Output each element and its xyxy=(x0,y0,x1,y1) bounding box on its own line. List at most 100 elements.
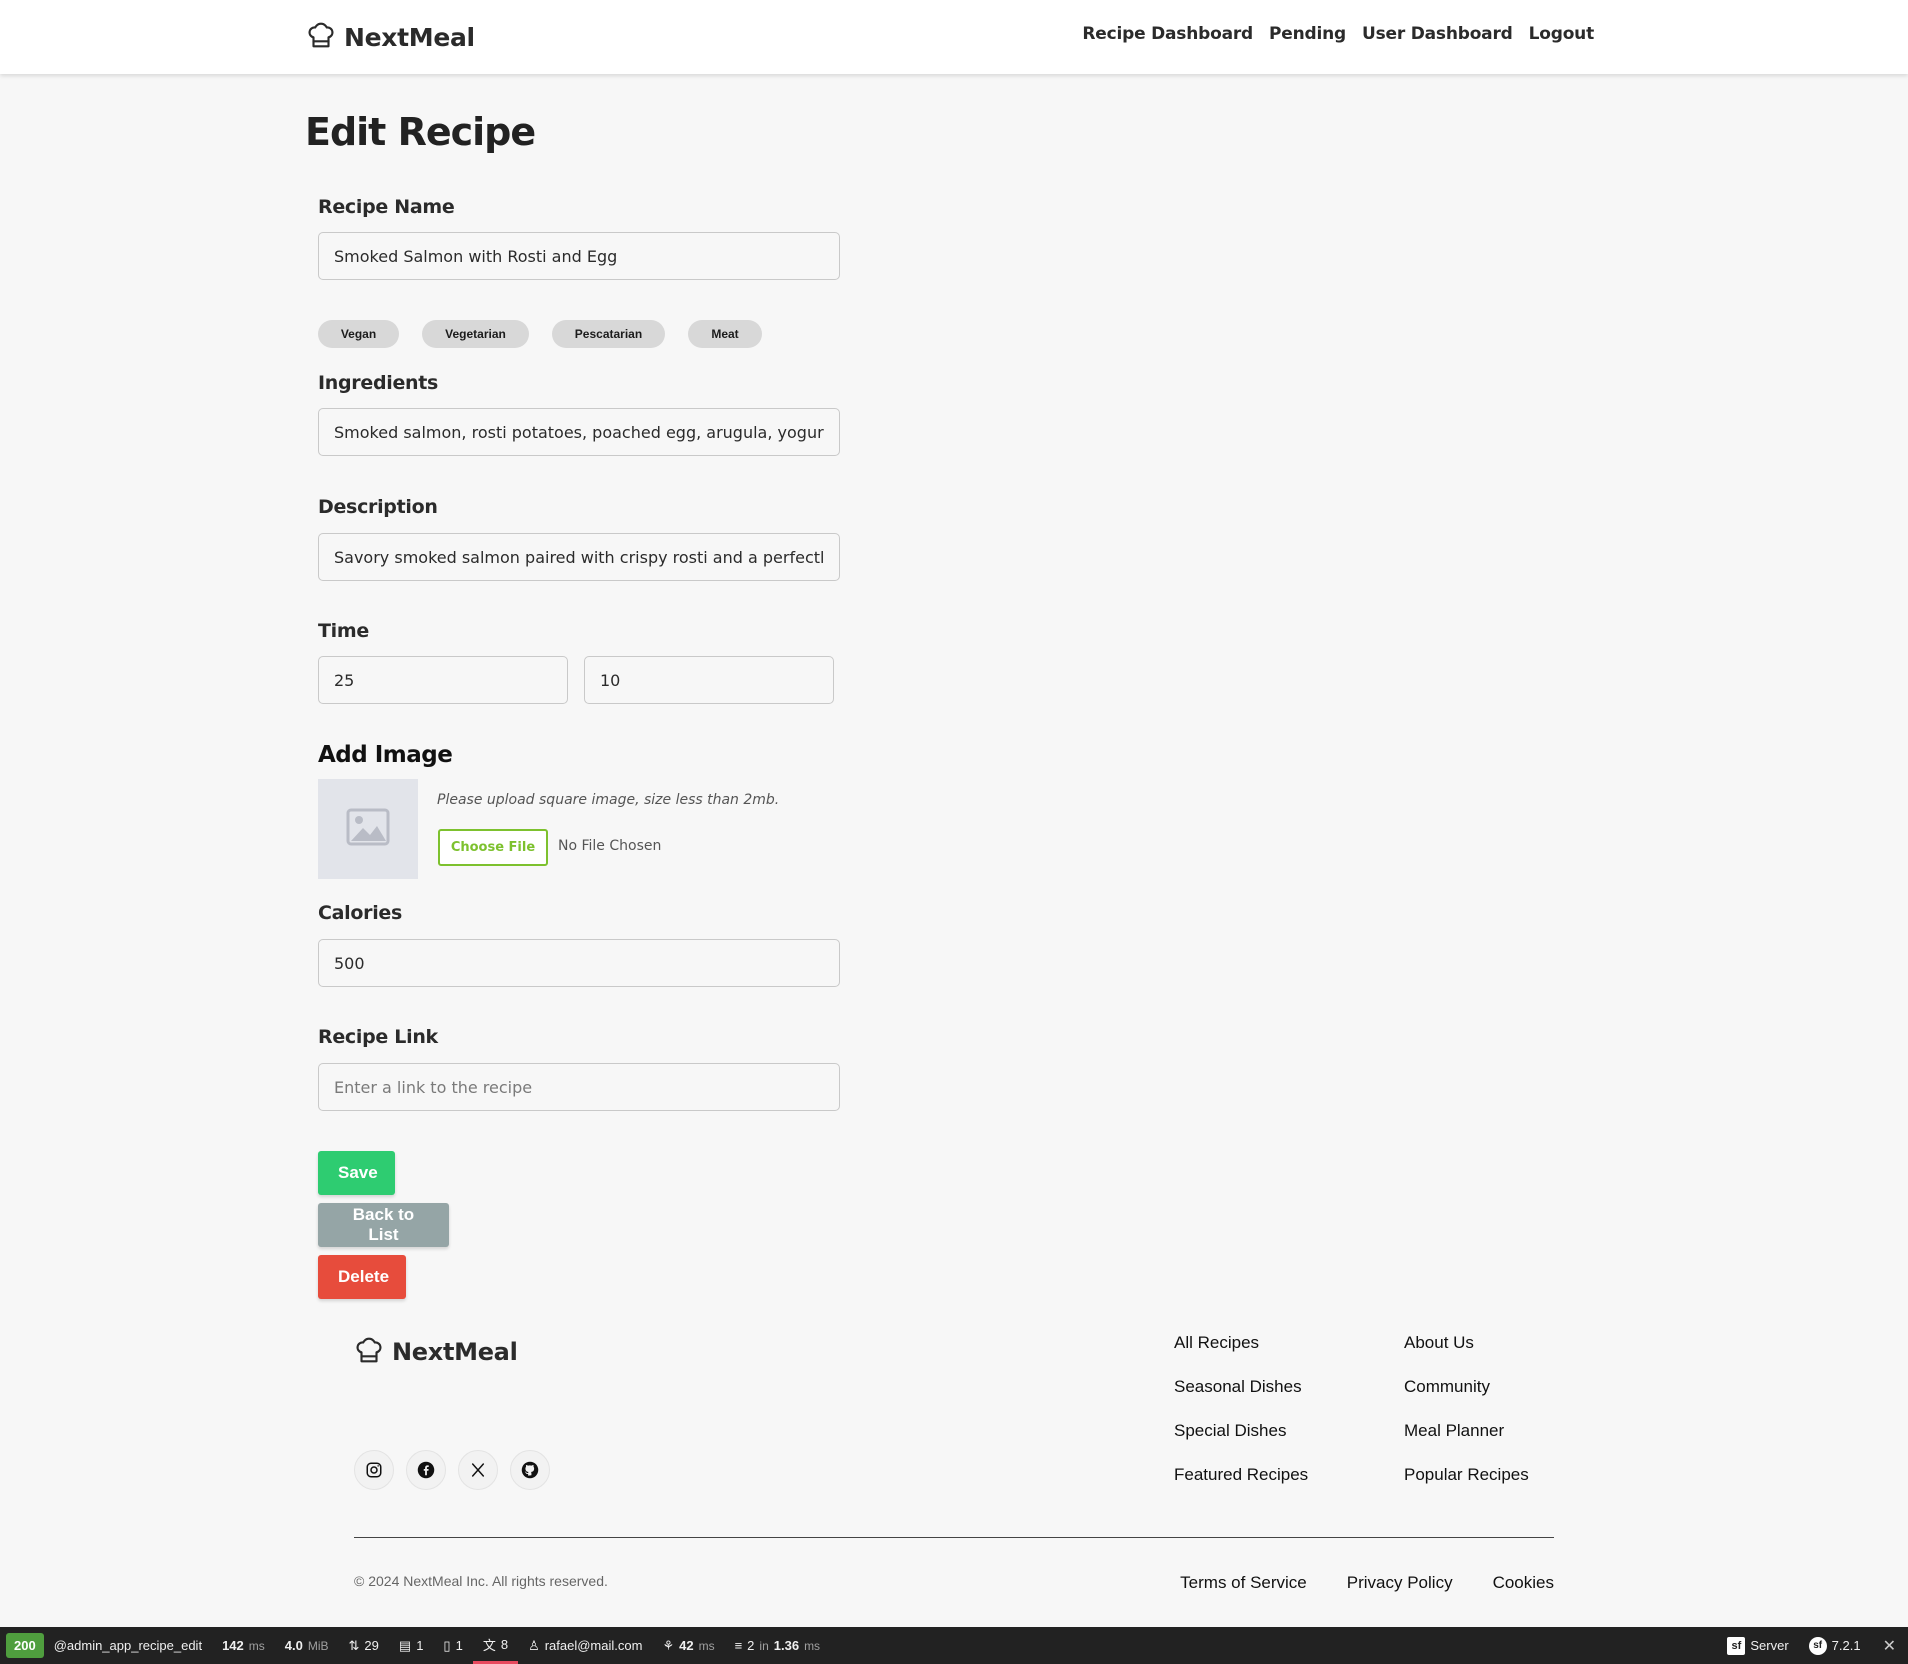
forms-count: 1 xyxy=(416,1638,424,1653)
nav-user-dashboard[interactable]: User Dashboard xyxy=(1362,24,1513,44)
footer-link-meal-planner[interactable]: Meal Planner xyxy=(1404,1420,1529,1442)
memory-unit: MiB xyxy=(307,1638,329,1653)
chef-hat-icon xyxy=(354,1335,384,1369)
nav-logout[interactable]: Logout xyxy=(1529,24,1595,44)
top-header: NextMeal Recipe Dashboard Pending User D… xyxy=(0,0,1908,74)
recipe-link-label: Recipe Link xyxy=(318,1026,438,1048)
events-panel[interactable]: ▯ 1 xyxy=(433,1627,472,1664)
events-count: 1 xyxy=(455,1638,463,1653)
ingredients-label: Ingredients xyxy=(318,372,439,394)
footer-brand[interactable]: NextMeal xyxy=(354,1335,518,1369)
toolbar-right: sf Server sf 7.2.1 ✕ xyxy=(1717,1627,1908,1664)
footer-link-featured-recipes[interactable]: Featured Recipes xyxy=(1174,1464,1308,1486)
db-time-value: 1.36 xyxy=(773,1638,800,1653)
privacy-policy-link[interactable]: Privacy Policy xyxy=(1347,1573,1453,1593)
recipe-link-input[interactable] xyxy=(318,1063,840,1111)
arrows-updown-icon: ⇅ xyxy=(348,1637,360,1653)
symfony-circle-icon: sf xyxy=(1808,1636,1827,1655)
requests-count: 29 xyxy=(364,1638,379,1653)
close-icon[interactable]: ✕ xyxy=(1871,1636,1908,1656)
twig-time-unit: ms xyxy=(698,1638,715,1653)
server-label: Server xyxy=(1750,1638,1789,1653)
time-input-first[interactable] xyxy=(318,656,568,704)
footer-link-popular-recipes[interactable]: Popular Recipes xyxy=(1404,1464,1529,1486)
facebook-icon[interactable] xyxy=(406,1450,446,1490)
symfony-logo-icon: sf xyxy=(1727,1636,1746,1655)
cookies-link[interactable]: Cookies xyxy=(1493,1573,1554,1593)
translations-panel[interactable]: 文8 xyxy=(472,1627,519,1664)
recipe-name-label: Recipe Name xyxy=(318,196,455,218)
database-icon: ≡ xyxy=(734,1638,743,1653)
server-panel[interactable]: sf Server xyxy=(1717,1627,1798,1664)
main-nav: Recipe Dashboard Pending User Dashboard … xyxy=(1082,24,1594,44)
github-icon[interactable] xyxy=(510,1450,550,1490)
db-queries-count: 2 xyxy=(747,1638,755,1653)
back-to-list-button[interactable]: Back to List xyxy=(318,1203,449,1247)
footer-link-about-us[interactable]: About Us xyxy=(1404,1332,1529,1354)
terms-of-service-link[interactable]: Terms of Service xyxy=(1180,1573,1307,1593)
requests-panel[interactable]: ⇅ 29 xyxy=(339,1627,389,1664)
footer-links-column-2: About Us Community Meal Planner Popular … xyxy=(1404,1332,1529,1486)
twig-panel[interactable]: ⚘ 42 ms xyxy=(652,1627,724,1664)
route-name-text: @admin_app_recipe_edit xyxy=(53,1638,203,1653)
db-in-text: in xyxy=(759,1638,769,1653)
add-image-heading: Add Image xyxy=(318,742,453,768)
footer-link-all-recipes[interactable]: All Recipes xyxy=(1174,1332,1308,1354)
footer-link-seasonal-dishes[interactable]: Seasonal Dishes xyxy=(1174,1376,1308,1398)
version-label: 7.2.1 xyxy=(1831,1638,1861,1653)
debug-toolbar: 200 @admin_app_recipe_edit 142 ms 4.0 MiB … xyxy=(0,1627,1908,1664)
footer-link-community[interactable]: Community xyxy=(1404,1376,1529,1398)
request-time-value: 142 xyxy=(222,1638,244,1653)
database-panel[interactable]: ≡ 2 in 1.36 ms xyxy=(725,1627,830,1664)
tag-vegetarian-button[interactable]: Vegetarian xyxy=(422,320,529,348)
status-code-badge[interactable]: 200 xyxy=(6,1633,44,1658)
version-panel[interactable]: sf 7.2.1 xyxy=(1799,1627,1871,1664)
footer-links-column-1: All Recipes Seasonal Dishes Special Dish… xyxy=(1174,1332,1308,1486)
chef-hat-icon xyxy=(306,20,336,54)
brand-name: NextMeal xyxy=(344,22,475,52)
translations-count: 8 xyxy=(500,1636,509,1652)
leaf-icon: ⚘ xyxy=(662,1637,675,1653)
save-button[interactable]: Save xyxy=(318,1151,395,1195)
calories-label: Calories xyxy=(318,902,403,924)
time-input-second[interactable] xyxy=(584,656,834,704)
recipe-name-input[interactable] xyxy=(318,232,840,280)
time-label: Time xyxy=(318,620,369,642)
memory-value: 4.0 xyxy=(284,1638,303,1653)
document-icon: ▯ xyxy=(443,1637,451,1653)
memory-usage[interactable]: 4.0 MiB xyxy=(275,1627,339,1664)
forms-panel[interactable]: ▤ 1 xyxy=(389,1627,434,1664)
choose-file-button[interactable]: Choose File xyxy=(438,829,548,866)
page-title: Edit Recipe xyxy=(305,110,536,154)
form-icon: ▤ xyxy=(398,1637,412,1653)
brand-logo[interactable]: NextMeal xyxy=(306,20,475,54)
user-icon: ♙ xyxy=(528,1637,540,1653)
instagram-icon[interactable] xyxy=(354,1450,394,1490)
tag-vegan-button[interactable]: Vegan xyxy=(318,320,399,348)
x-icon[interactable] xyxy=(458,1450,498,1490)
route-name[interactable]: @admin_app_recipe_edit xyxy=(44,1627,212,1664)
user-panel[interactable]: ♙ rafael@mail.com xyxy=(518,1627,652,1664)
request-time-unit: ms xyxy=(248,1638,265,1653)
tag-pescatarian-button[interactable]: Pescatarian xyxy=(552,320,665,348)
footer-divider xyxy=(354,1537,1554,1538)
calories-input[interactable] xyxy=(318,939,840,987)
description-label: Description xyxy=(318,496,438,518)
social-links xyxy=(354,1450,550,1490)
db-time-unit: ms xyxy=(804,1638,821,1653)
footer-brand-name: NextMeal xyxy=(392,1338,518,1366)
user-email: rafael@mail.com xyxy=(544,1638,643,1653)
nav-recipe-dashboard[interactable]: Recipe Dashboard xyxy=(1082,24,1253,44)
twig-time-value: 42 xyxy=(679,1638,694,1653)
copyright-text: © 2024 NextMeal Inc. All rights reserved… xyxy=(354,1573,608,1589)
ingredients-input[interactable] xyxy=(318,408,840,456)
footer-link-special-dishes[interactable]: Special Dishes xyxy=(1174,1420,1308,1442)
nav-pending[interactable]: Pending xyxy=(1269,24,1346,44)
no-file-chosen-text: No File Chosen xyxy=(558,838,662,854)
request-time[interactable]: 142 ms xyxy=(212,1627,275,1664)
image-placeholder-icon xyxy=(346,808,390,850)
description-input[interactable] xyxy=(318,533,840,581)
delete-button[interactable]: Delete xyxy=(318,1255,406,1299)
tag-meat-button[interactable]: Meat xyxy=(688,320,762,348)
legal-links: Terms of Service Privacy Policy Cookies xyxy=(1180,1573,1554,1593)
